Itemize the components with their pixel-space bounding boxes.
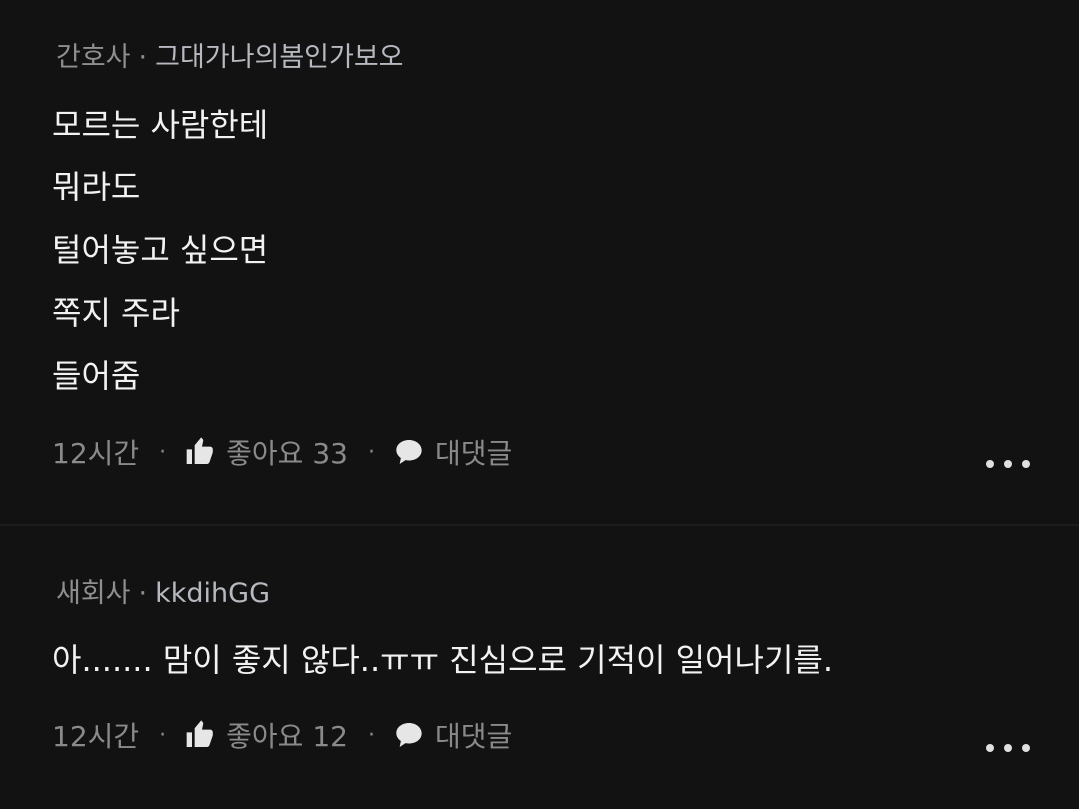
meta-separator: · [367, 439, 375, 465]
comment-text-line: 모르는 사람한테 [52, 106, 269, 144]
author-nickname[interactable]: 그대가나의봄인가보오 [155, 42, 403, 73]
speech-bubble-icon[interactable] [393, 436, 425, 468]
comment-item: 간호사 · 그대가나의봄인가보오 모르는 사람한테 뭐라도 털어놓고 싶으면 쪽지 … [0, 0, 1079, 524]
meta-separator: · [367, 722, 375, 748]
comment-text-line: 털어놓고 싶으면 [52, 231, 269, 269]
meta-separator: · [138, 42, 148, 73]
comment-time: 12시간 [52, 437, 140, 470]
more-dots-icon[interactable] [986, 458, 1030, 470]
reply-button[interactable]: 대댓글 [435, 715, 512, 755]
meta-separator: · [138, 578, 148, 609]
meta-separator: · [159, 722, 167, 748]
author-nickname[interactable]: kkdihGG [155, 578, 270, 609]
comment-text-line: 쪽지 주라 [52, 294, 180, 332]
author-badge: 새회사 [56, 578, 131, 609]
author-badge: 간호사 [56, 42, 131, 73]
like-button[interactable]: 좋아요 12 [226, 715, 348, 755]
comment-time: 12시간 [52, 720, 140, 753]
reply-button[interactable]: 대댓글 [435, 432, 512, 472]
comment-text-line: 들어줌 [52, 357, 141, 395]
comment-actions: 12시간 · 좋아요 33 · 대댓글 [52, 434, 512, 470]
comment-author: 간호사 · 그대가나의봄인가보오 [56, 42, 404, 74]
comment-text-line: 아....... 맘이 좋지 않다..ㅠㅠ 진심으로 기적이 일어나기를. [52, 641, 833, 679]
comment-text-line: 뭐라도 [52, 168, 141, 206]
like-button[interactable]: 좋아요 33 [226, 432, 348, 472]
speech-bubble-icon[interactable] [393, 719, 425, 751]
comment-author: 새회사 · kkdihGG [56, 578, 270, 610]
comment-actions: 12시간 · 좋아요 12 · 대댓글 [52, 717, 512, 753]
meta-separator: · [159, 439, 167, 465]
more-dots-icon[interactable] [986, 742, 1030, 754]
comment-item: 새회사 · kkdihGG 아....... 맘이 좋지 않다..ㅠㅠ 진심으로 기… [0, 526, 1079, 809]
thumbs-up-icon[interactable] [184, 436, 216, 468]
thumbs-up-icon[interactable] [184, 719, 216, 751]
